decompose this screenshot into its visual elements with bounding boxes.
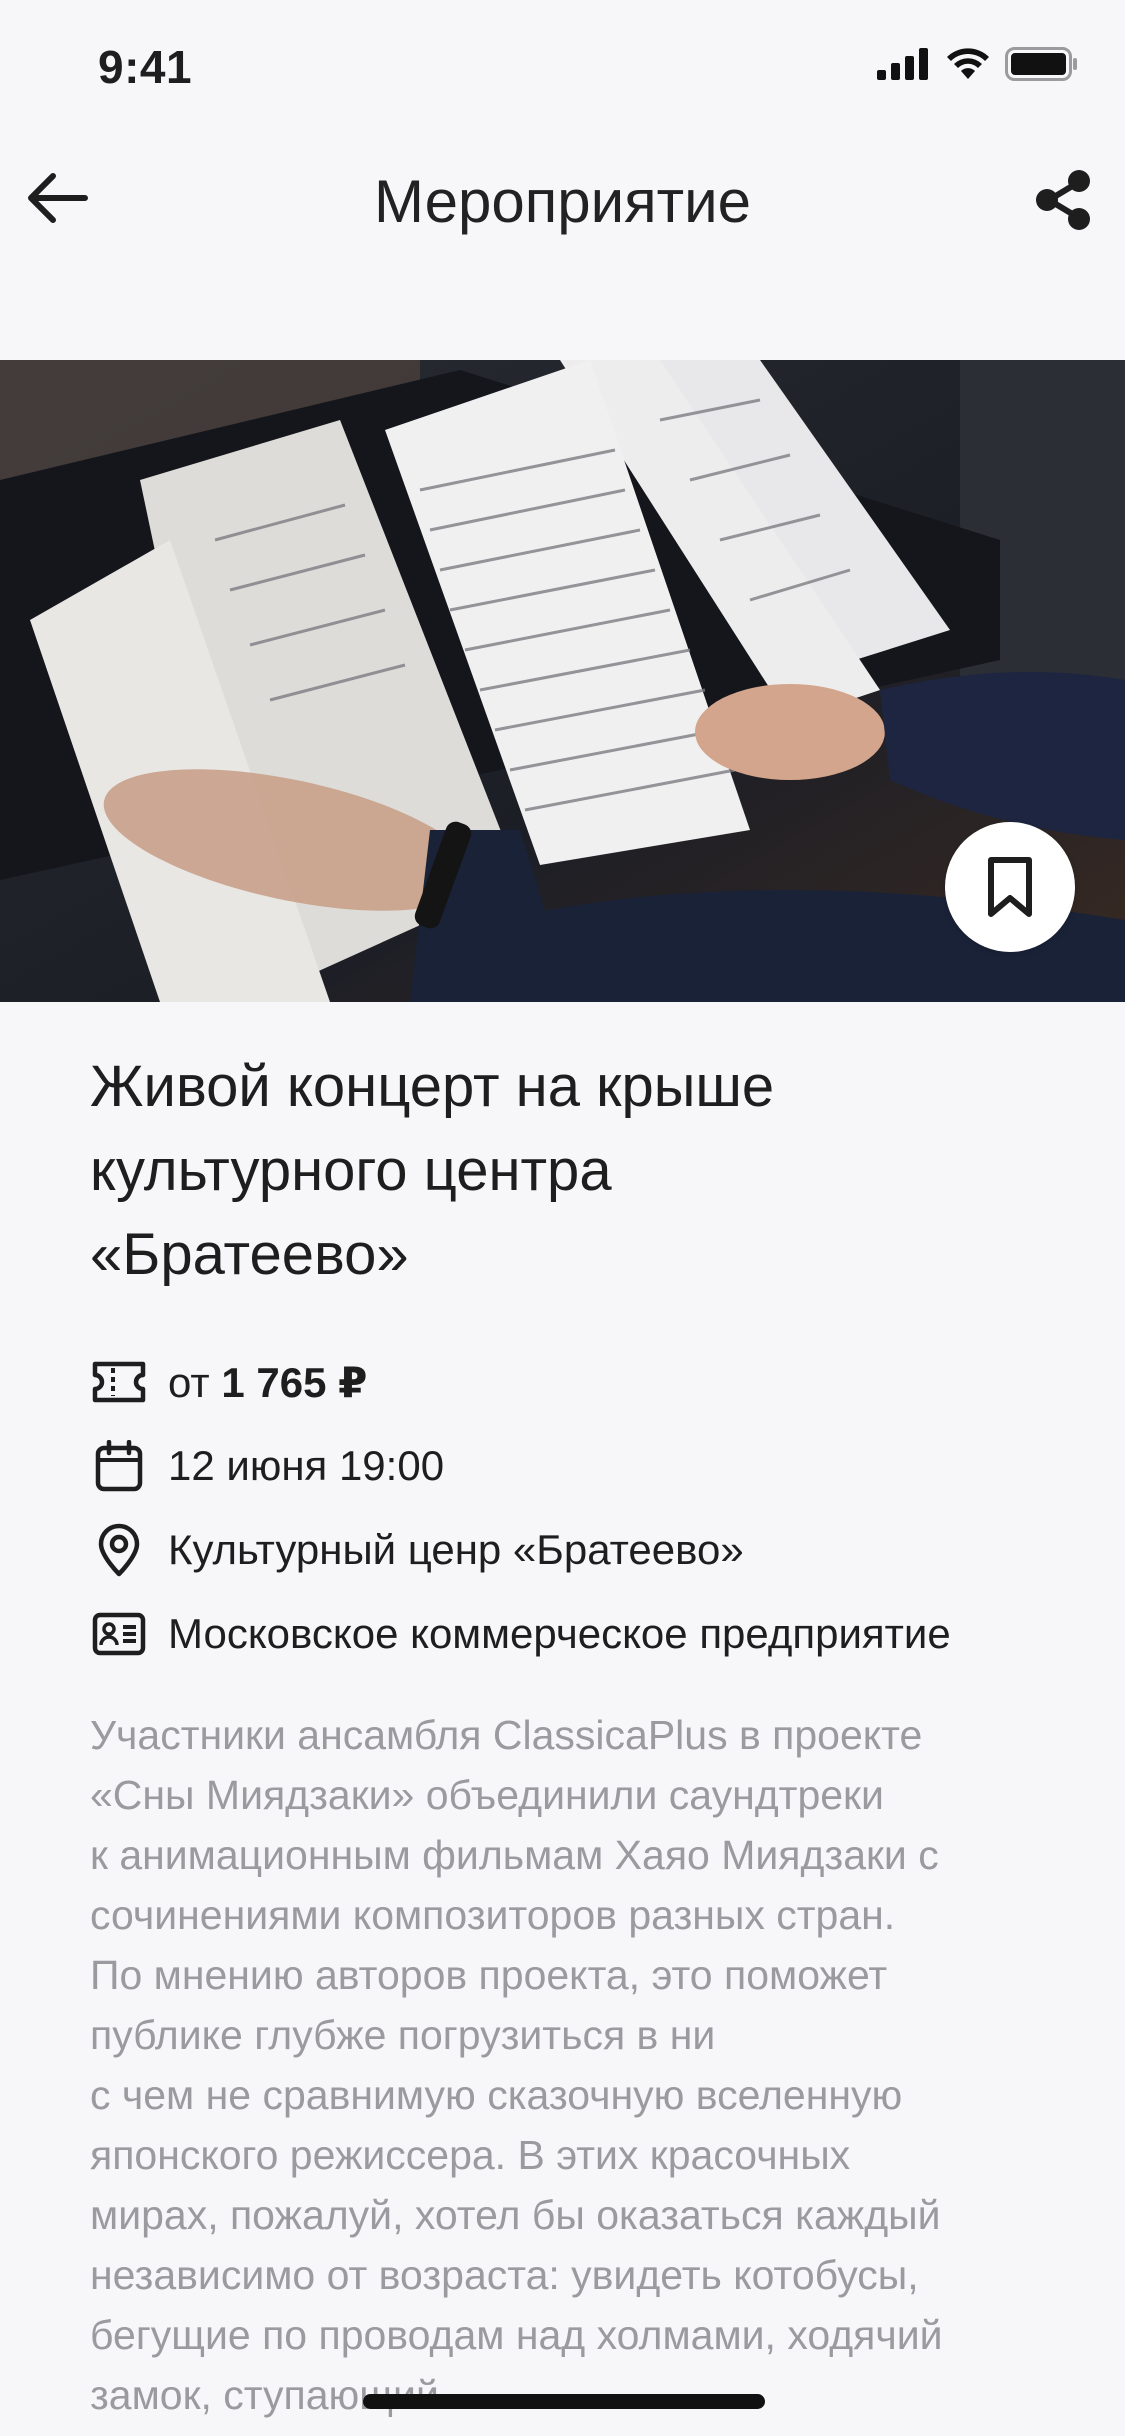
price-prefix: от: [168, 1358, 210, 1406]
description-line: сочинениями композиторов разных стран.: [90, 1892, 896, 1938]
description-line: к анимационным фильмам Хаяо Миядзаки с: [90, 1832, 939, 1878]
share-icon: [1036, 170, 1090, 230]
event-title-line: культурного центра: [90, 1138, 612, 1203]
home-indicator[interactable]: [363, 2394, 765, 2409]
description-line: с чем не сравнимую сказочную вселенную: [90, 2072, 903, 2118]
battery-icon: [1005, 47, 1077, 81]
place-row[interactable]: Культурный ценр «Братеево»: [90, 1508, 1050, 1592]
bookmark-icon: [988, 857, 1032, 917]
event-datetime: 12 июня 19:00: [168, 1442, 445, 1489]
event-place: Культурный ценр «Братеево»: [168, 1526, 744, 1573]
nav-bar: Мероприятие: [0, 135, 1125, 265]
price-value: 1 765 ₽: [221, 1358, 368, 1406]
location-pin-icon: [90, 1521, 148, 1579]
description-line: Участники ансамбля ClassicaPlus в проект…: [90, 1712, 923, 1758]
event-title-line: «Братеево»: [90, 1222, 409, 1287]
event-description: Участники ансамбля ClassicaPlus в проект…: [90, 1705, 1050, 2425]
description-line: публике глубже погрузиться в ни: [90, 2012, 716, 2058]
bookmark-button[interactable]: [945, 822, 1075, 952]
share-button[interactable]: [1029, 165, 1099, 235]
description-line: японского режиссера. В этих красочных: [90, 2132, 851, 2178]
price-row: от 1 765 ₽: [90, 1340, 1050, 1424]
status-time: 9:41: [98, 41, 193, 93]
description-line: мирах, пожалуй, хотел бы оказаться кажды…: [90, 2192, 941, 2238]
status-icons: [877, 47, 1079, 81]
description-line: бегущие по проводам над холмами, ходячий: [90, 2312, 943, 2358]
event-info: от 1 765 ₽ 12 июня 19:00 Культурный ценр…: [90, 1340, 1050, 1676]
event-title-line: Живой концерт на крыше: [90, 1054, 775, 1119]
page-title: Мероприятие: [374, 168, 751, 235]
event-title: Живой концерт на крыше культурного центр…: [90, 1045, 1050, 1297]
id-card-icon: [90, 1605, 148, 1663]
description-line: «Сны Миядзаки» объединили саундтреки: [90, 1772, 884, 1818]
description-line: независимо от возраста: увидеть котобусы…: [90, 2252, 919, 2298]
calendar-icon: [90, 1437, 148, 1495]
wifi-icon: [947, 48, 989, 79]
description-line: По мнению авторов проекта, это поможет: [90, 1952, 888, 1998]
status-bar: 9:41: [0, 0, 1125, 135]
cellular-signal-icon: [877, 48, 928, 80]
ticket-icon: [90, 1353, 148, 1411]
event-organizer: Московское коммерческое предприятие: [168, 1610, 951, 1657]
datetime-row: 12 июня 19:00: [90, 1424, 1050, 1508]
organizer-row[interactable]: Московское коммерческое предприятие: [90, 1592, 1050, 1676]
